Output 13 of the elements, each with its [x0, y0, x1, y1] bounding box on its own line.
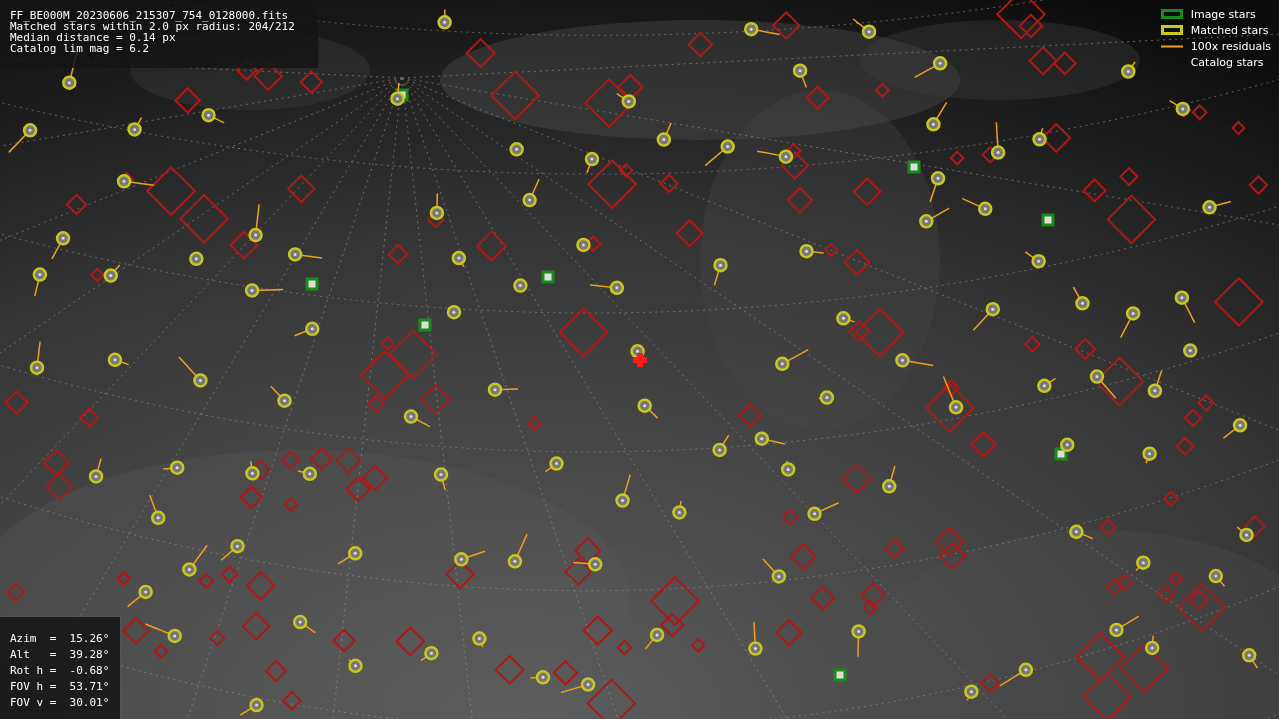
pointing-text: Alt = 39.28°	[10, 647, 111, 663]
info-text: Catalog lim mag = 6.2	[10, 43, 151, 54]
pointing-text: FOV h = 53.71°	[10, 679, 111, 695]
legend-label: Catalog stars	[1190, 55, 1264, 69]
info-text: FF_BE000M_20230606_215307_754_0128000.fits	[10, 10, 290, 21]
legend-label: Matched stars	[1190, 23, 1269, 37]
legend-label: Image stars	[1190, 7, 1256, 21]
info-text: Median distance = 0.14 px	[10, 32, 176, 43]
info-text: Matched stars within 2.0 px radius: 204/212	[10, 21, 296, 32]
pointing-text: Azim = 15.26°	[10, 631, 111, 647]
pointing-text: Rot h = -0.68°	[10, 663, 111, 679]
pointing-text: FOV v = 30.01°	[10, 695, 111, 711]
legend-label: 100x residuals	[1190, 39, 1271, 53]
